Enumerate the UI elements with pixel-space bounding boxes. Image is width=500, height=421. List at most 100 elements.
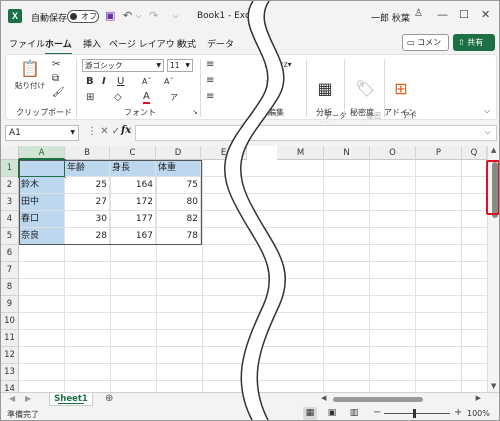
table-cell[interactable]: 172	[110, 194, 156, 211]
insert-function-icon[interactable]: fx	[121, 125, 131, 136]
sheet-tab-sheet1[interactable]: Sheet1	[49, 393, 93, 406]
decrease-font-icon[interactable]: Aˇ	[164, 76, 173, 88]
tab-page-layout[interactable]: ページ レイアウト	[109, 37, 184, 50]
table-cell[interactable]: 田中	[19, 194, 65, 211]
table-cell[interactable]: 164	[110, 177, 156, 194]
user-name[interactable]: 一郎 秋葉	[371, 11, 410, 24]
column-header[interactable]: B	[65, 146, 110, 160]
row-header[interactable]: 9	[1, 296, 19, 313]
zoom-in-icon[interactable]: +	[454, 407, 462, 418]
font-name-combo[interactable]: 游ゴシック ▼	[82, 59, 164, 72]
zoom-slider-thumb[interactable]	[413, 409, 416, 418]
paste-button[interactable]: 📋 貼り付け	[14, 59, 46, 91]
redo-icon[interactable]: ↷	[149, 9, 158, 22]
align-icon[interactable]: ≡	[206, 75, 214, 87]
zoom-level[interactable]: 100%	[467, 409, 490, 418]
column-header[interactable]: P	[416, 146, 462, 160]
cell-header[interactable]: 身長	[110, 160, 156, 177]
table-cell[interactable]: 177	[110, 211, 156, 228]
account-icon[interactable]: ♙	[414, 8, 423, 19]
page-break-view-icon[interactable]: ▥	[347, 407, 361, 420]
find-icon[interactable]: ⌕	[280, 75, 286, 87]
fill-color-icon[interactable]: ◇	[114, 92, 122, 104]
row-header[interactable]: 3	[1, 194, 19, 211]
cell-a1[interactable]	[18, 159, 66, 178]
bold-icon[interactable]: B	[86, 76, 94, 88]
cell-header[interactable]: 年齢	[65, 160, 110, 177]
tab-file[interactable]: ファイル	[9, 37, 45, 50]
table-cell[interactable]: 167	[110, 228, 156, 245]
table-cell[interactable]: 80	[156, 194, 201, 211]
share-button[interactable]: ⇧ 共有	[453, 34, 495, 51]
name-box[interactable]: A1 ▼	[5, 125, 79, 141]
column-header[interactable]: D	[156, 146, 201, 160]
font-color-icon[interactable]: A	[143, 92, 150, 104]
table-cell[interactable]: 28	[65, 228, 110, 245]
scroll-right-icon[interactable]: ▶	[476, 394, 481, 402]
undo-icon[interactable]: ↶	[123, 9, 132, 22]
column-header[interactable]: N	[324, 146, 370, 160]
row-header[interactable]: 11	[1, 330, 19, 347]
save-icon[interactable]: ▣	[105, 9, 115, 22]
column-header[interactable]: E	[201, 146, 247, 160]
tab-insert[interactable]: 挿入	[83, 37, 101, 50]
autosave-toggle[interactable]: オフ	[67, 10, 99, 23]
minimize-icon[interactable]: —	[437, 8, 448, 21]
horizontal-scroll-thumb[interactable]	[333, 397, 423, 402]
table-cell[interactable]: 30	[65, 211, 110, 228]
worksheet-grid[interactable]: A B C D E M N O P Q 1 2 3 4 5 6 7 8 9 10…	[1, 146, 499, 392]
column-header[interactable]: Q	[462, 146, 487, 160]
collapse-ribbon-icon[interactable]: ⌵	[484, 105, 490, 117]
column-header[interactable]: M	[278, 146, 324, 160]
row-header[interactable]: 5	[1, 228, 19, 245]
close-icon[interactable]: ✕	[481, 8, 490, 21]
page-layout-view-icon[interactable]: ▣	[325, 407, 339, 420]
horizontal-scrollbar[interactable]: ◀ ▶	[321, 394, 481, 403]
comment-button[interactable]: ▭ コメント	[402, 34, 449, 62]
fill-icon[interactable]: ⬇	[264, 75, 272, 87]
align-icon[interactable]: ≡	[206, 91, 214, 103]
scroll-down-icon[interactable]: ▼	[491, 382, 496, 390]
borders-icon[interactable]: ⊞	[86, 92, 94, 104]
scroll-left-icon[interactable]: ◀	[321, 394, 326, 402]
table-cell[interactable]: 鈴木	[19, 177, 65, 194]
row-header[interactable]: 7	[1, 262, 19, 279]
table-cell[interactable]: 奈良	[19, 228, 65, 245]
column-header[interactable]: A	[19, 146, 65, 160]
tab-formulas[interactable]: 数式	[178, 37, 196, 50]
prev-sheet-icon[interactable]: ◀	[9, 394, 15, 403]
maximize-icon[interactable]: ☐	[459, 8, 469, 21]
row-header[interactable]: 2	[1, 177, 19, 194]
format-painter-icon[interactable]: 🖌	[52, 87, 65, 99]
autosum-icon[interactable]: Σ	[264, 59, 270, 71]
row-header[interactable]: 1	[1, 160, 19, 177]
italic-icon[interactable]: I	[102, 76, 106, 88]
phonetic-icon[interactable]: ア	[170, 92, 178, 104]
table-cell[interactable]: 78	[156, 228, 201, 245]
cut-icon[interactable]: ✂	[52, 59, 60, 71]
enter-icon[interactable]: ✓	[112, 126, 120, 137]
expand-formula-icon[interactable]: ⌵	[485, 128, 490, 137]
cell-header[interactable]: 体重	[156, 160, 201, 177]
column-header[interactable]: O	[370, 146, 416, 160]
font-size-combo[interactable]: 11 ▼	[167, 59, 193, 72]
select-all-corner[interactable]	[1, 146, 19, 160]
zoom-slider-track[interactable]	[384, 413, 450, 414]
cancel-icon[interactable]: ✕	[100, 126, 112, 137]
undo-dropdown-icon[interactable]: ⌵	[136, 12, 141, 21]
clear-icon[interactable]: ◈	[264, 91, 272, 103]
increase-font-icon[interactable]: Aˆ	[142, 76, 151, 88]
sort-filter-icon[interactable]: ᴬᴢ▾	[280, 59, 292, 71]
row-header[interactable]: 12	[1, 347, 19, 364]
next-sheet-icon[interactable]: ▶	[25, 394, 31, 403]
zoom-out-icon[interactable]: −	[373, 407, 381, 418]
font-dialog-launcher-icon[interactable]: ↘	[192, 106, 198, 118]
add-sheet-icon[interactable]: ⊕	[105, 393, 113, 404]
tab-data[interactable]: データ	[207, 37, 234, 50]
row-header[interactable]: 4	[1, 211, 19, 228]
table-cell[interactable]: 75	[156, 177, 201, 194]
row-header[interactable]: 13	[1, 364, 19, 381]
qat-customize-icon[interactable]: ⌵	[173, 12, 178, 21]
row-header[interactable]: 6	[1, 245, 19, 262]
underline-icon[interactable]: U	[117, 76, 124, 88]
